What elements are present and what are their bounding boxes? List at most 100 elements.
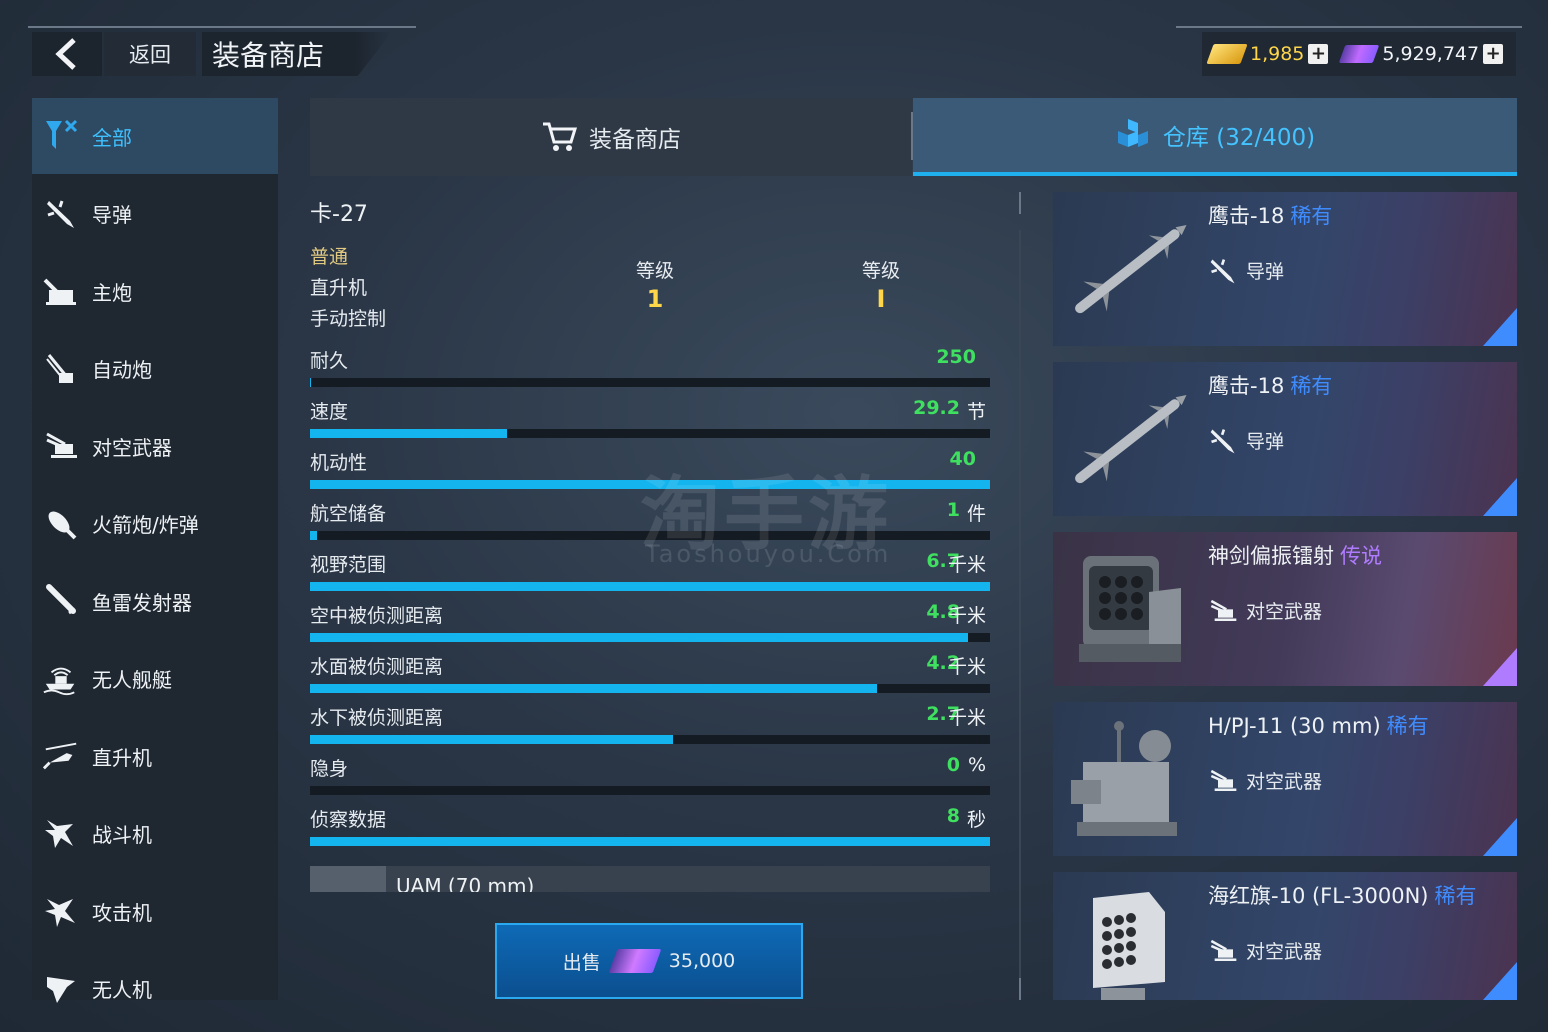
card-name: 鹰击-18 [1208, 204, 1285, 228]
gem-amount: 5,929,747 [1382, 43, 1480, 65]
sell-button[interactable]: 出售 35,000 [495, 923, 803, 999]
sidebar-item-attacker[interactable]: 攻击机 [32, 873, 278, 949]
inventory-card[interactable]: 鹰击-18 稀有 导弹 [1053, 362, 1517, 516]
stat-row: 水下被侦测距离 2.7 千米 [310, 699, 992, 750]
card-name: 鹰击-18 [1208, 374, 1285, 398]
equipment-slot-row[interactable]: UAM (70 mm) [310, 866, 990, 892]
tab-warehouse-label: 仓库 (32/400) [1162, 125, 1316, 151]
stat-bar-fill [310, 429, 508, 438]
stat-name: 视野范围 [310, 554, 387, 576]
stat-bar [310, 378, 990, 387]
stat-row: 水面被侦测距离 4.2 千米 [310, 648, 992, 699]
sidebar-item-anti-air[interactable]: 对空武器 [32, 408, 278, 484]
add-gold-button[interactable]: + [1308, 44, 1329, 64]
sidebar-item-drone[interactable]: 无人机 [32, 951, 278, 1027]
inventory-card[interactable]: 鹰击-18 稀有 导弹 [1053, 192, 1517, 346]
sidebar-item-autocannon[interactable]: 自动炮 [32, 331, 278, 407]
gem-icon [608, 949, 662, 973]
tab-warehouse[interactable]: 仓库 (32/400) [913, 98, 1517, 176]
gold-bar-icon [1206, 44, 1248, 64]
sidebar-item-label: 导弹 [92, 203, 132, 227]
sidebar-item-main-gun[interactable]: 主炮 [32, 253, 278, 329]
stat-row: 速度 29.2 节 [310, 393, 992, 444]
sidebar-item-label: 无人舰艇 [92, 668, 172, 692]
sidebar-item-fighter[interactable]: 战斗机 [32, 796, 278, 872]
card-title: H/PJ-11 (30 mm) 稀有 [1208, 710, 1429, 740]
anti-air-icon [1208, 768, 1238, 794]
card-type-label: 对空武器 [1246, 601, 1323, 623]
chevron-left-icon [55, 38, 76, 70]
launcher-image [1053, 872, 1203, 1000]
sidebar-item-label: 对空武器 [92, 435, 172, 460]
scroll-track[interactable] [1019, 230, 1021, 990]
stat-name: 速度 [310, 401, 349, 423]
stat-bar-fill [310, 684, 878, 693]
all-filter-icon [42, 117, 80, 155]
card-title: 鹰击-18 稀有 [1208, 200, 1332, 230]
missile-image [1053, 192, 1203, 346]
cart-icon [543, 122, 578, 151]
card-type-label: 对空武器 [1246, 941, 1323, 963]
stat-value: 0 [946, 754, 960, 776]
stat-row: 侦察数据 8 秒 [310, 801, 992, 852]
level-value: 1 [646, 285, 664, 313]
sidebar-item-label: 无人机 [92, 978, 152, 1002]
gold-amount: 1,985 [1250, 43, 1305, 65]
level-block-1: 等级 1 [610, 256, 700, 313]
card-type: 对空武器 [1208, 937, 1322, 964]
stat-unit: 节 [966, 401, 986, 423]
stat-row: 空中被侦测距离 4.8 千米 [310, 597, 992, 648]
back-button[interactable]: 返回 [104, 32, 196, 76]
sidebar-item-rocket-bomb[interactable]: 火箭炮/炸弹 [32, 486, 278, 562]
sidebar-item-drone-boat[interactable]: 无人舰艇 [32, 641, 278, 717]
drone-icon [42, 970, 80, 1008]
sidebar-item-missile[interactable]: 导弹 [32, 176, 278, 252]
gem-icon [1339, 45, 1380, 63]
missile-image [1053, 362, 1203, 516]
stat-bar [310, 786, 990, 795]
stat-bar-fill [310, 735, 674, 744]
anti-air-icon [1208, 598, 1238, 624]
card-name: 神剑偏振镭射 [1208, 544, 1334, 568]
anti-air-icon [42, 427, 80, 465]
sidebar-item-all-filter[interactable]: 全部 [32, 98, 278, 174]
item-rarity: 普通 [310, 246, 349, 268]
add-gems-button[interactable]: + [1483, 44, 1504, 64]
missile-icon [42, 195, 80, 233]
rarity-corner-marker [1483, 962, 1517, 1000]
stat-value: 8 [946, 805, 960, 827]
sidebar-item-torpedo[interactable]: 鱼雷发射器 [32, 563, 278, 639]
card-rarity: 稀有 [1386, 714, 1429, 738]
rocket-bomb-icon [42, 505, 80, 543]
tier-label: 等级 [861, 260, 900, 282]
drone-boat-icon [42, 660, 80, 698]
card-title: 神剑偏振镭射 传说 [1208, 540, 1382, 570]
card-type-label: 对空武器 [1246, 771, 1323, 793]
item-control: 手动控制 [310, 308, 387, 330]
tab-equipment-shop[interactable]: 装备商店 [310, 98, 912, 176]
inventory-card[interactable]: H/PJ-11 (30 mm) 稀有对空武器 [1053, 702, 1517, 856]
stat-bar-fill [310, 582, 990, 591]
stat-bar [310, 735, 990, 744]
stat-name: 水下被侦测距离 [310, 707, 444, 729]
sidebar-item-helicopter[interactable]: 直升机 [32, 718, 278, 794]
page-title: 装备商店 [202, 32, 392, 76]
gem-counter: 5,929,747 + [1339, 43, 1504, 65]
rarity-corner-marker [1483, 478, 1517, 516]
stat-unit: 千米 [947, 656, 986, 678]
inventory-card[interactable]: 海红旗-10 (FL-3000N) 稀有 对空武器 [1053, 872, 1517, 1000]
card-type: 对空武器 [1208, 597, 1322, 624]
inventory-card[interactable]: 神剑偏振镭射 传说对空武器 [1053, 532, 1517, 686]
stat-value: 29.2 [913, 397, 960, 419]
equipment-name: UAM (70 mm) [396, 874, 535, 892]
sidebar-item-label: 鱼雷发射器 [92, 590, 192, 615]
main-gun-icon [42, 272, 80, 310]
card-type: 导弹 [1208, 427, 1284, 454]
back-arrow-button[interactable] [32, 32, 102, 76]
stat-unit: 件 [966, 503, 986, 525]
item-name: 卡-27 [310, 202, 368, 227]
currency-bar: 1,985 + 5,929,747 + [1202, 32, 1516, 76]
gold-counter: 1,985 + [1206, 43, 1329, 65]
autocannon-icon [42, 350, 80, 388]
stat-unit: % [967, 754, 986, 776]
